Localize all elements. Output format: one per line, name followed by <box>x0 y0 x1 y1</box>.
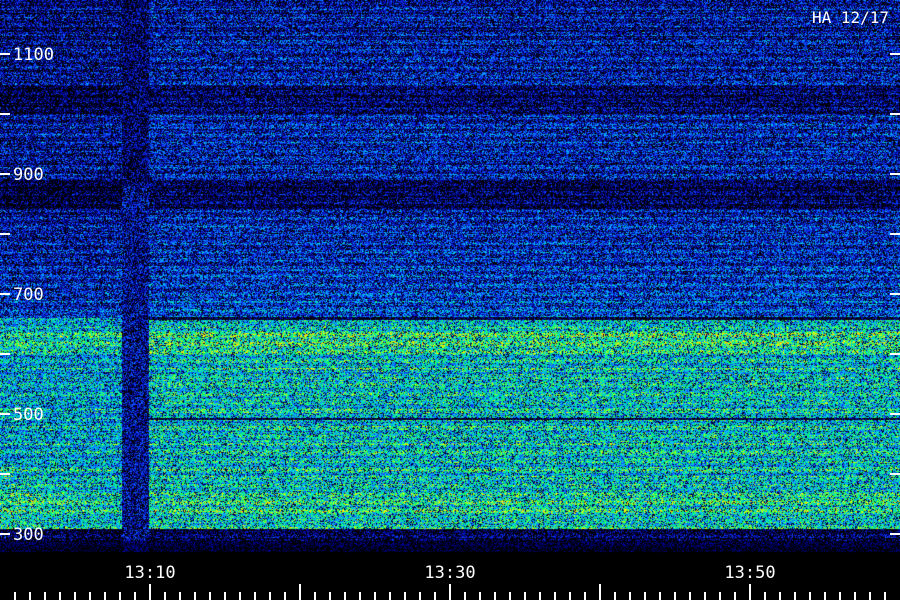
x-tick-label: 13:50 <box>724 563 775 583</box>
y-tick-label: 300 <box>13 525 44 545</box>
y-tick-label: 1100 <box>13 45 54 65</box>
y-axis: 300 500 700 900 1100 <box>0 45 900 545</box>
y-tick-label: 900 <box>13 165 44 185</box>
x-tick-label: 13:30 <box>424 563 475 583</box>
chart-title: HA 12/17 <box>812 8 889 27</box>
x-tick-label: 13:10 <box>124 563 175 583</box>
x-axis: 13:10 13:30 13:50 <box>14 563 886 600</box>
axes-overlay: HA 12/17 300 500 700 900 1100 13:10 13:30 13:5… <box>0 8 900 600</box>
y-tick-label: 500 <box>13 405 44 425</box>
y-tick-label: 700 <box>13 285 44 305</box>
